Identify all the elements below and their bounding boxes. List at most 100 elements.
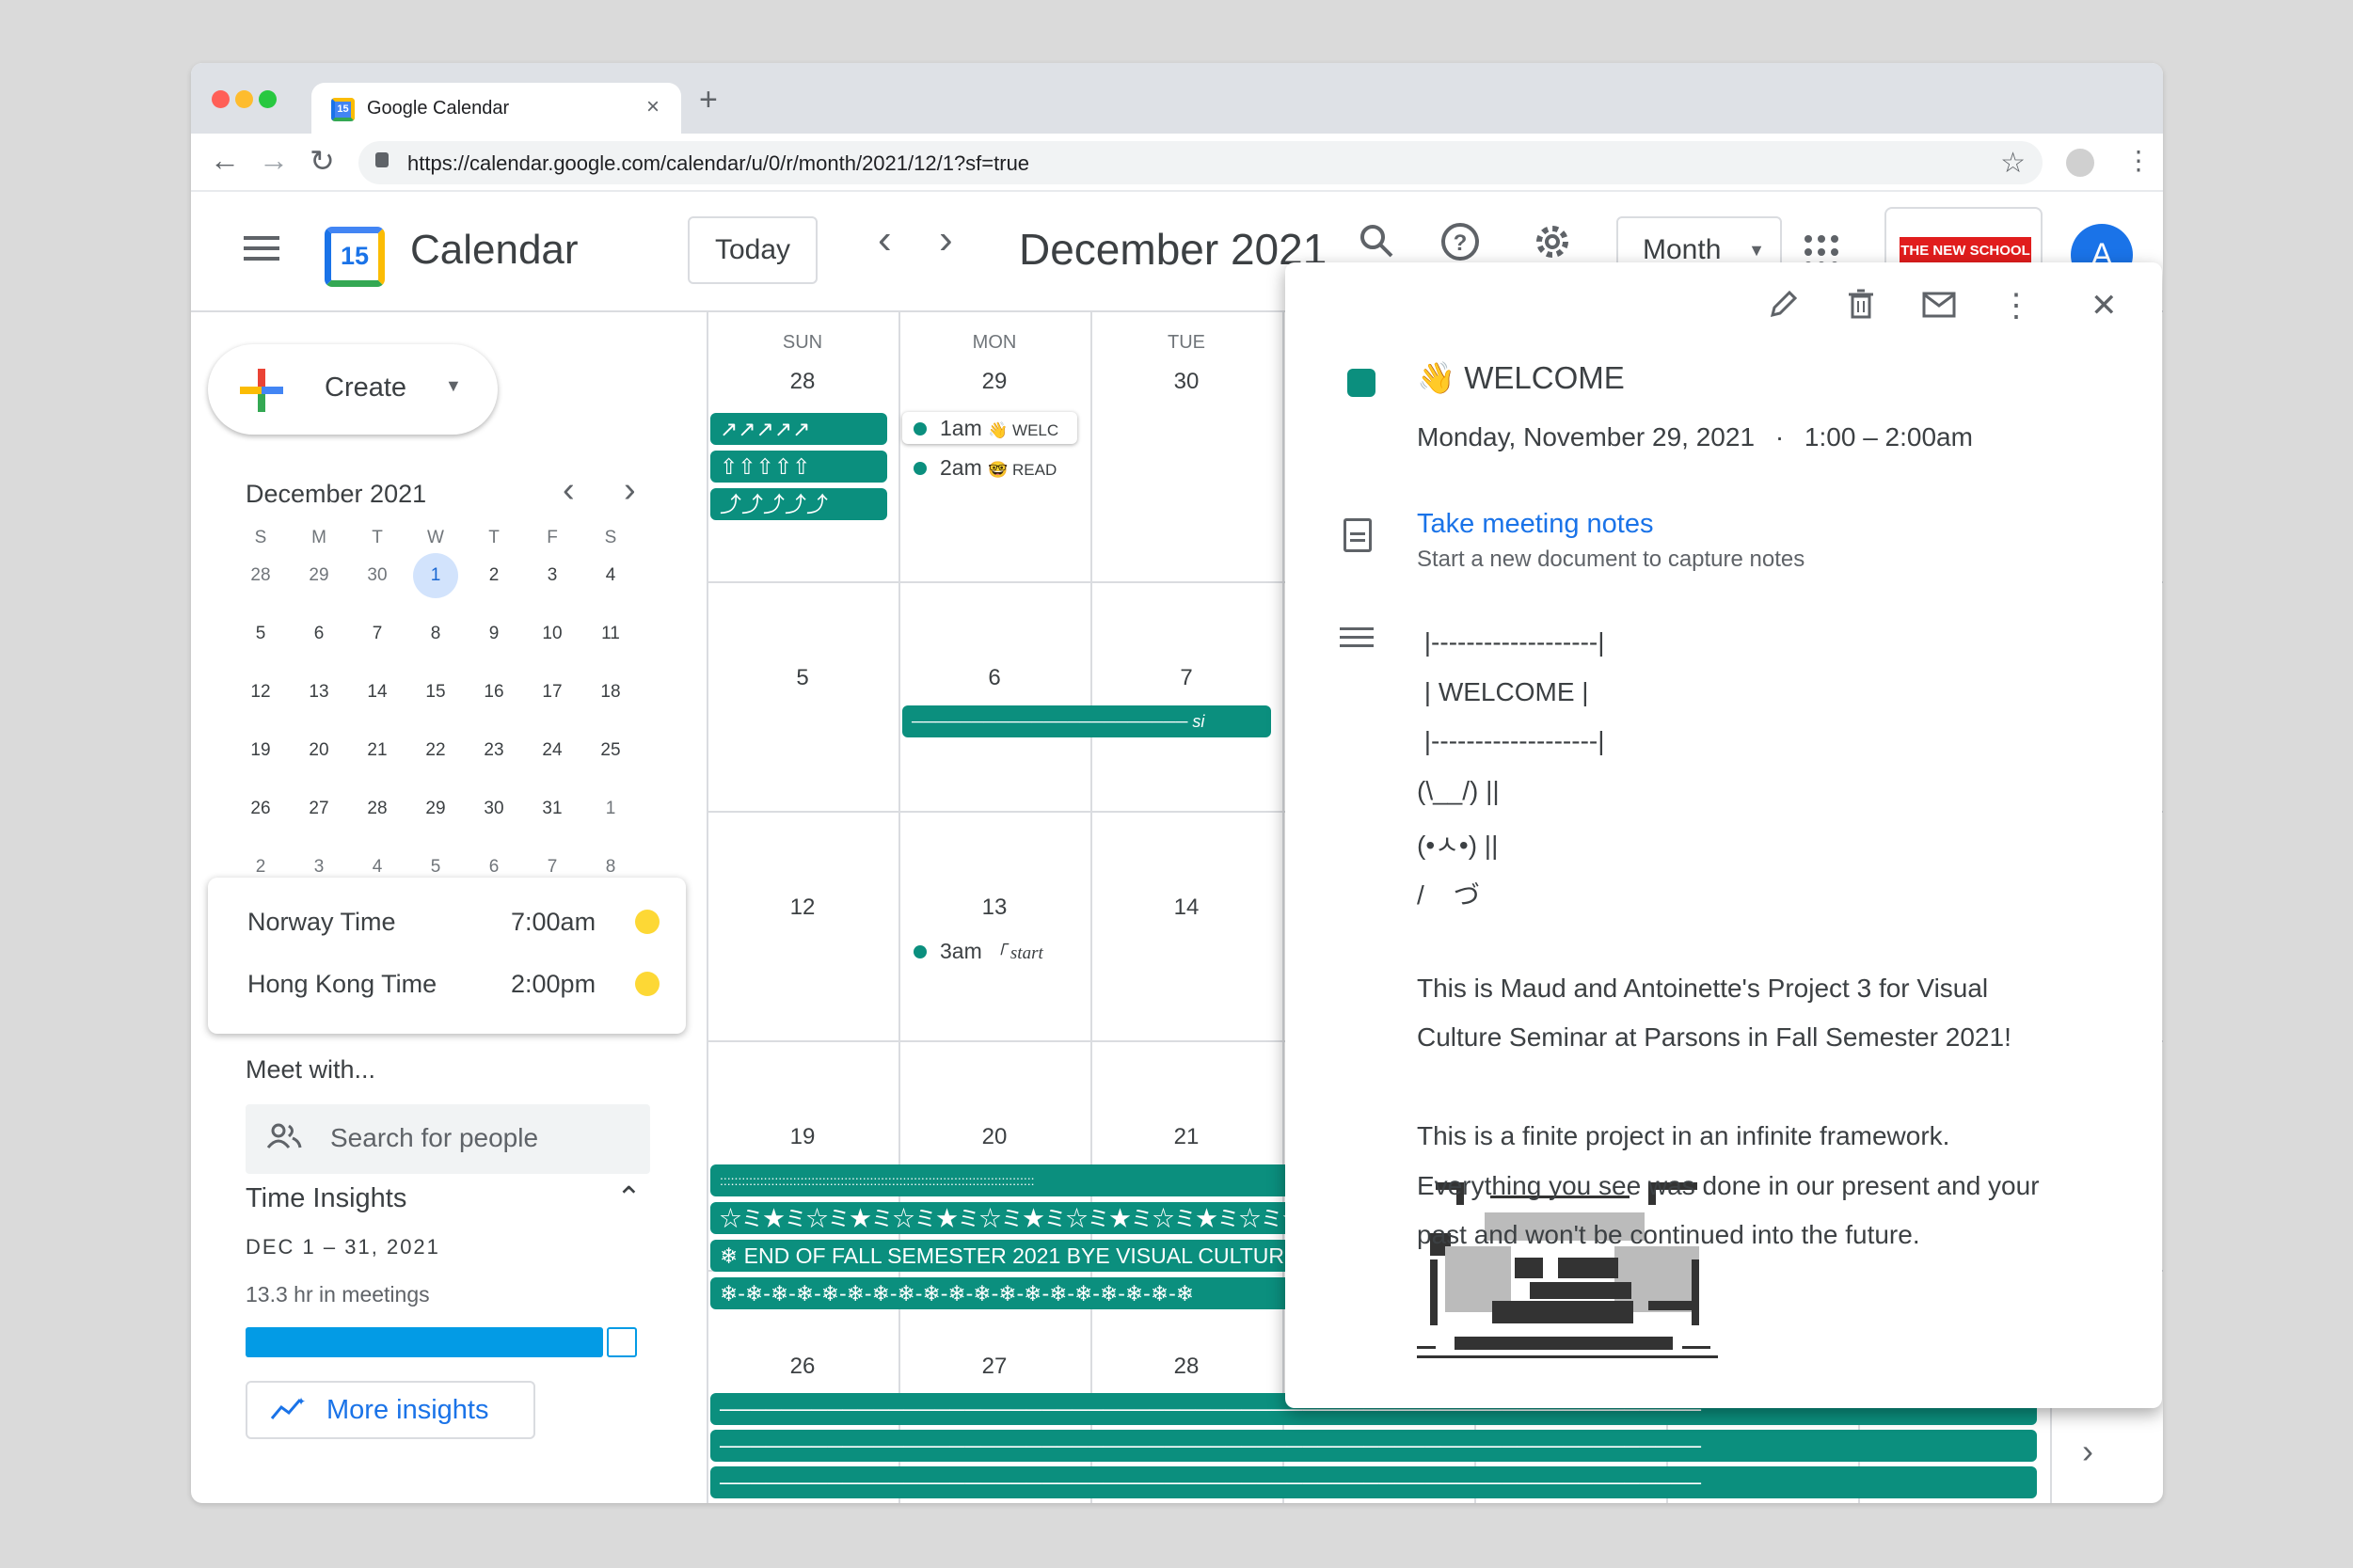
day-number[interactable]: 29 <box>898 369 1090 395</box>
chevron-right-icon[interactable]: › <box>2082 1432 2093 1471</box>
event-dot <box>914 461 927 475</box>
mini-calendar-day[interactable]: 24 <box>530 728 575 773</box>
mini-calendar-day[interactable]: 26 <box>238 786 283 832</box>
event-title: 🤓 READ <box>988 461 1057 479</box>
day-number[interactable]: 5 <box>707 665 898 691</box>
day-number[interactable]: 14 <box>1090 895 1282 921</box>
day-number[interactable]: 28 <box>1090 1354 1282 1380</box>
mini-calendar-day[interactable]: 15 <box>413 670 458 715</box>
mini-calendar-day[interactable]: 30 <box>471 786 517 832</box>
mini-calendar-day[interactable]: 10 <box>530 611 575 657</box>
email-icon[interactable] <box>1921 287 1957 329</box>
event-welcome[interactable]: 1am 👋 WELC <box>902 412 1077 444</box>
day-number[interactable]: 13 <box>898 895 1090 921</box>
mini-calendar-day[interactable]: 2 <box>471 553 517 598</box>
mini-calendar-day[interactable]: 7 <box>355 611 400 657</box>
description-line: past and won't be continued into the fut… <box>1417 1220 1920 1249</box>
mini-calendar-day[interactable]: 1 <box>588 786 633 832</box>
mini-calendar-day[interactable]: 12 <box>238 670 283 715</box>
more-icon[interactable]: ⋮ <box>2000 287 2032 325</box>
menu-icon[interactable] <box>244 236 279 240</box>
mini-calendar-day[interactable]: 6 <box>296 611 342 657</box>
mini-calendar-day[interactable]: 20 <box>296 728 342 773</box>
mini-calendar-day[interactable]: 29 <box>413 786 458 832</box>
mini-calendar-day[interactable]: 19 <box>238 728 283 773</box>
meeting-notes-subtitle: Start a new document to capture notes <box>1417 546 1805 572</box>
event-bar[interactable]: ────────────────────────────────────────… <box>710 1430 2037 1462</box>
browser-profile-avatar[interactable] <box>2066 149 2094 177</box>
day-number[interactable]: 7 <box>1090 665 1282 691</box>
edit-icon[interactable] <box>1767 287 1801 329</box>
day-number[interactable]: 19 <box>707 1124 898 1150</box>
lock-icon <box>375 152 389 167</box>
mini-calendar-day[interactable]: 18 <box>588 670 633 715</box>
search-people-placeholder: Search for people <box>330 1123 539 1152</box>
mini-calendar-day[interactable]: 28 <box>355 786 400 832</box>
event-bar[interactable]: ⤴⤴⤴⤴⤴ <box>710 488 887 520</box>
daytime-sun-icon <box>635 972 660 996</box>
search-people-input[interactable]: Search for people <box>246 1104 650 1174</box>
mini-calendar-day[interactable]: 16 <box>471 670 517 715</box>
mini-calendar-day[interactable]: 29 <box>296 553 342 598</box>
mini-calendar-day[interactable]: 27 <box>296 786 342 832</box>
take-meeting-notes-link[interactable]: Take meeting notes <box>1417 509 1653 540</box>
mini-next-icon[interactable]: › <box>624 470 636 511</box>
mini-calendar-day[interactable]: 30 <box>355 553 400 598</box>
chevron-up-icon[interactable]: ⌃ <box>616 1180 642 1215</box>
day-number[interactable]: 26 <box>707 1354 898 1380</box>
mini-calendar-day[interactable]: 22 <box>413 728 458 773</box>
event-bar[interactable]: ────────────────────────────────────────… <box>710 1466 2037 1498</box>
address-bar[interactable]: https://calendar.google.com/calendar/u/0… <box>358 141 2043 184</box>
mini-calendar-day[interactable]: 14 <box>355 670 400 715</box>
event-bar[interactable]: ⇧⇧⇧⇧⇧ <box>710 451 887 483</box>
mini-previous-icon[interactable]: ‹ <box>563 470 575 511</box>
event-title: 「 start <box>988 943 1043 963</box>
mini-calendar-day[interactable]: 9 <box>471 611 517 657</box>
close-window-button[interactable] <box>212 90 230 108</box>
minimize-window-button[interactable] <box>235 90 253 108</box>
day-number[interactable]: 6 <box>898 665 1090 691</box>
mini-calendar-day[interactable]: 31 <box>530 786 575 832</box>
browser-menu-icon[interactable]: ⋮ <box>2125 145 2152 176</box>
maximize-window-button[interactable] <box>259 90 277 108</box>
mini-calendar-day[interactable]: 1 <box>413 553 458 598</box>
mini-calendar-day[interactable]: 11 <box>588 611 633 657</box>
day-number[interactable]: 30 <box>1090 369 1282 395</box>
mini-calendar-day[interactable]: 5 <box>238 611 283 657</box>
previous-month-icon[interactable]: ‹ <box>878 216 892 263</box>
reload-icon[interactable]: ↻ <box>310 143 335 179</box>
day-number[interactable]: 27 <box>898 1354 1090 1380</box>
today-button[interactable]: Today <box>688 216 818 284</box>
app-title: Calendar <box>410 227 579 273</box>
calendar-color-swatch <box>1347 369 1375 397</box>
new-tab-button[interactable]: + <box>699 82 718 119</box>
day-number[interactable]: 21 <box>1090 1124 1282 1150</box>
delete-icon[interactable] <box>1844 287 1878 329</box>
back-arrow-icon[interactable]: ← <box>210 143 240 178</box>
mini-calendar-day[interactable]: 4 <box>588 553 633 598</box>
mini-calendar-day[interactable]: 3 <box>530 553 575 598</box>
day-number[interactable]: 12 <box>707 895 898 921</box>
mini-calendar-day[interactable]: 28 <box>238 553 283 598</box>
event-read[interactable]: 2am 🤓 READ <box>902 451 1081 483</box>
more-insights-label: More insights <box>326 1395 489 1425</box>
mini-calendar-day[interactable]: 25 <box>588 728 633 773</box>
mini-calendar-day[interactable]: 23 <box>471 728 517 773</box>
more-insights-button[interactable]: ✦ More insights <box>246 1381 535 1439</box>
event-bar[interactable]: ─────────────────────── si <box>902 705 1271 737</box>
mini-calendar-day[interactable]: 17 <box>530 670 575 715</box>
create-button[interactable]: Create ▼ <box>208 344 498 435</box>
event-bar[interactable]: ↗↗↗↗↗ <box>710 413 887 445</box>
mini-calendar-day[interactable]: 13 <box>296 670 342 715</box>
event-start[interactable]: 3am 「 start <box>902 935 1081 967</box>
day-number[interactable]: 28 <box>707 369 898 395</box>
bookmark-star-icon[interactable]: ☆ <box>2000 147 2026 180</box>
mini-calendar-day[interactable]: 8 <box>413 611 458 657</box>
forward-arrow-icon[interactable]: → <box>259 143 289 178</box>
browser-tab[interactable]: 15 Google Calendar × <box>311 83 681 134</box>
day-number[interactable]: 20 <box>898 1124 1090 1150</box>
next-month-icon[interactable]: › <box>939 216 953 263</box>
tab-close-icon[interactable]: × <box>646 94 660 120</box>
close-icon[interactable]: ✕ <box>2091 287 2118 325</box>
mini-calendar-day[interactable]: 21 <box>355 728 400 773</box>
